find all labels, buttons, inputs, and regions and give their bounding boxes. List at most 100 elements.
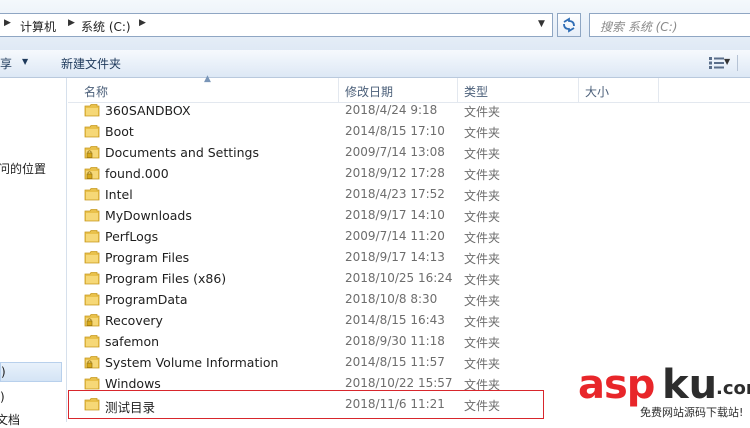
nav-item-documents[interactable]: 文档 — [0, 411, 20, 428]
file-name[interactable]: Windows — [105, 376, 161, 391]
folder-icon — [84, 209, 100, 222]
file-type: 文件夹 — [464, 189, 501, 203]
folder-icon — [84, 104, 100, 117]
nav-item-drive[interactable]: :) — [0, 390, 5, 404]
column-header-type[interactable]: 类型 — [464, 83, 488, 100]
file-modified-date: 2014/8/15 16:43 — [345, 313, 445, 327]
folder-icon — [84, 125, 100, 138]
file-modified-date: 2018/4/24 9:18 — [345, 103, 438, 117]
nav-item-recent-places[interactable]: 问的位置 — [0, 160, 46, 177]
file-modified-date: 2018/10/25 16:24 — [345, 271, 453, 285]
file-name[interactable]: Program Files (x86) — [105, 271, 226, 286]
file-row[interactable]: MyDownloads 2018/9/17 14:10 文件夹 — [68, 205, 750, 226]
column-header-name[interactable]: 名称 — [84, 83, 108, 100]
breadcrumb-computer[interactable]: 计算机 — [20, 18, 56, 35]
file-modified-date: 2018/9/17 14:10 — [345, 208, 445, 222]
file-row[interactable]: Boot 2014/8/15 17:10 文件夹 — [68, 121, 750, 142]
breadcrumb-separator-icon[interactable]: ▶ — [139, 18, 146, 28]
watermark-brand-com: .com — [716, 378, 750, 399]
address-bar[interactable]: ▶ 计算机 ▶ 系统 (C:) ▶ ▼ — [0, 13, 553, 37]
highlight-annotation — [68, 390, 544, 419]
sort-ascending-icon: ▲ — [204, 74, 211, 84]
nav-item-selected-drive[interactable]: :) — [0, 362, 62, 382]
file-modified-date: 2014/8/15 17:10 — [345, 124, 445, 138]
address-history-dropdown-icon[interactable]: ▼ — [538, 19, 545, 29]
watermark-logo: asp ku .com 免费网站源码下载站! — [578, 362, 750, 422]
breadcrumb-separator-icon[interactable]: ▶ — [68, 18, 75, 28]
column-divider[interactable] — [578, 78, 579, 102]
file-row[interactable]: found.000 2018/9/12 17:28 文件夹 — [68, 163, 750, 184]
file-type: 文件夹 — [464, 126, 501, 140]
column-divider[interactable] — [658, 78, 659, 102]
file-name[interactable]: MyDownloads — [105, 208, 192, 223]
file-modified-date: 2018/10/22 15:57 — [345, 376, 453, 390]
nav-item-label: :) — [0, 365, 6, 379]
file-modified-date: 2018/9/12 17:28 — [345, 166, 445, 180]
file-type: 文件夹 — [464, 147, 501, 161]
file-type: 文件夹 — [464, 357, 501, 371]
breadcrumb-drive-c[interactable]: 系统 (C:) — [81, 18, 131, 35]
file-modified-date: 2009/7/14 13:08 — [345, 145, 445, 159]
locked-folder-icon — [84, 146, 100, 159]
new-folder-button[interactable]: 新建文件夹 — [61, 55, 121, 72]
file-name[interactable]: Intel — [105, 187, 133, 202]
file-row[interactable]: safemon 2018/9/30 11:18 文件夹 — [68, 331, 750, 352]
file-type: 文件夹 — [464, 231, 501, 245]
folder-icon — [84, 377, 100, 390]
file-name[interactable]: PerfLogs — [105, 229, 158, 244]
file-name[interactable]: System Volume Information — [105, 355, 278, 370]
file-row[interactable]: Recovery 2014/8/15 16:43 文件夹 — [68, 310, 750, 331]
folder-icon — [84, 335, 100, 348]
file-name[interactable]: Recovery — [105, 313, 163, 328]
file-type: 文件夹 — [464, 315, 501, 329]
folder-icon — [84, 251, 100, 264]
file-name[interactable]: safemon — [105, 334, 159, 349]
file-name[interactable]: Documents and Settings — [105, 145, 259, 160]
file-row[interactable]: Documents and Settings 2009/7/14 13:08 文件夹 — [68, 142, 750, 163]
file-modified-date: 2018/9/17 14:13 — [345, 250, 445, 264]
file-type: 文件夹 — [464, 210, 501, 224]
column-divider[interactable] — [457, 78, 458, 102]
file-row[interactable]: Program Files (x86) 2018/10/25 16:24 文件夹 — [68, 268, 750, 289]
column-header-size[interactable]: 大小 — [585, 83, 609, 100]
file-modified-date: 2018/10/8 8:30 — [345, 292, 438, 306]
file-type: 文件夹 — [464, 168, 501, 182]
refresh-button[interactable] — [557, 13, 581, 37]
column-header-modified[interactable]: 修改日期 — [345, 83, 393, 100]
locked-folder-icon — [84, 314, 100, 327]
file-modified-date: 2018/9/30 11:18 — [345, 334, 445, 348]
file-row[interactable]: Intel 2018/4/23 17:52 文件夹 — [68, 184, 750, 205]
file-name[interactable]: found.000 — [105, 166, 169, 181]
file-name[interactable]: Program Files — [105, 250, 189, 265]
file-modified-date: 2014/8/15 11:57 — [345, 355, 445, 369]
file-name[interactable]: 360SANDBOX — [105, 103, 191, 118]
watermark-brand-ku: ku — [662, 362, 718, 408]
file-name[interactable]: Boot — [105, 124, 134, 139]
folder-icon — [84, 188, 100, 201]
address-row: ▶ 计算机 ▶ 系统 (C:) ▶ ▼ 搜索 系统 (C:) — [0, 0, 750, 51]
locked-folder-icon — [84, 167, 100, 180]
file-row[interactable]: PerfLogs 2009/7/14 11:20 文件夹 — [68, 226, 750, 247]
column-divider[interactable] — [338, 78, 339, 102]
file-type: 文件夹 — [464, 336, 501, 350]
folder-icon — [84, 272, 100, 285]
command-toolbar: 共享 ▼ 新建文件夹 ▼ — [0, 50, 750, 78]
file-row[interactable]: 360SANDBOX 2018/4/24 9:18 文件夹 — [68, 100, 750, 121]
view-dropdown-icon[interactable]: ▼ — [724, 57, 730, 66]
file-row[interactable]: Program Files 2018/9/17 14:13 文件夹 — [68, 247, 750, 268]
file-modified-date: 2009/7/14 11:20 — [345, 229, 445, 243]
refresh-icon — [563, 17, 575, 33]
file-type: 文件夹 — [464, 105, 501, 119]
file-type: 文件夹 — [464, 294, 501, 308]
search-input[interactable]: 搜索 系统 (C:) — [600, 18, 677, 35]
share-dropdown-icon[interactable]: ▼ — [22, 57, 28, 66]
file-row[interactable]: ProgramData 2018/10/8 8:30 文件夹 — [68, 289, 750, 310]
breadcrumb-separator-icon[interactable]: ▶ — [4, 18, 11, 28]
file-name[interactable]: ProgramData — [105, 292, 188, 307]
watermark-subtitle: 免费网站源码下载站! — [640, 404, 744, 420]
toolbar-divider — [737, 55, 738, 71]
share-button[interactable]: 共享 — [0, 55, 12, 72]
search-box[interactable]: 搜索 系统 (C:) — [589, 13, 750, 37]
navigation-pane: 问的位置 :) :) 文档 — [0, 78, 67, 427]
watermark-brand-asp: asp — [578, 362, 655, 408]
